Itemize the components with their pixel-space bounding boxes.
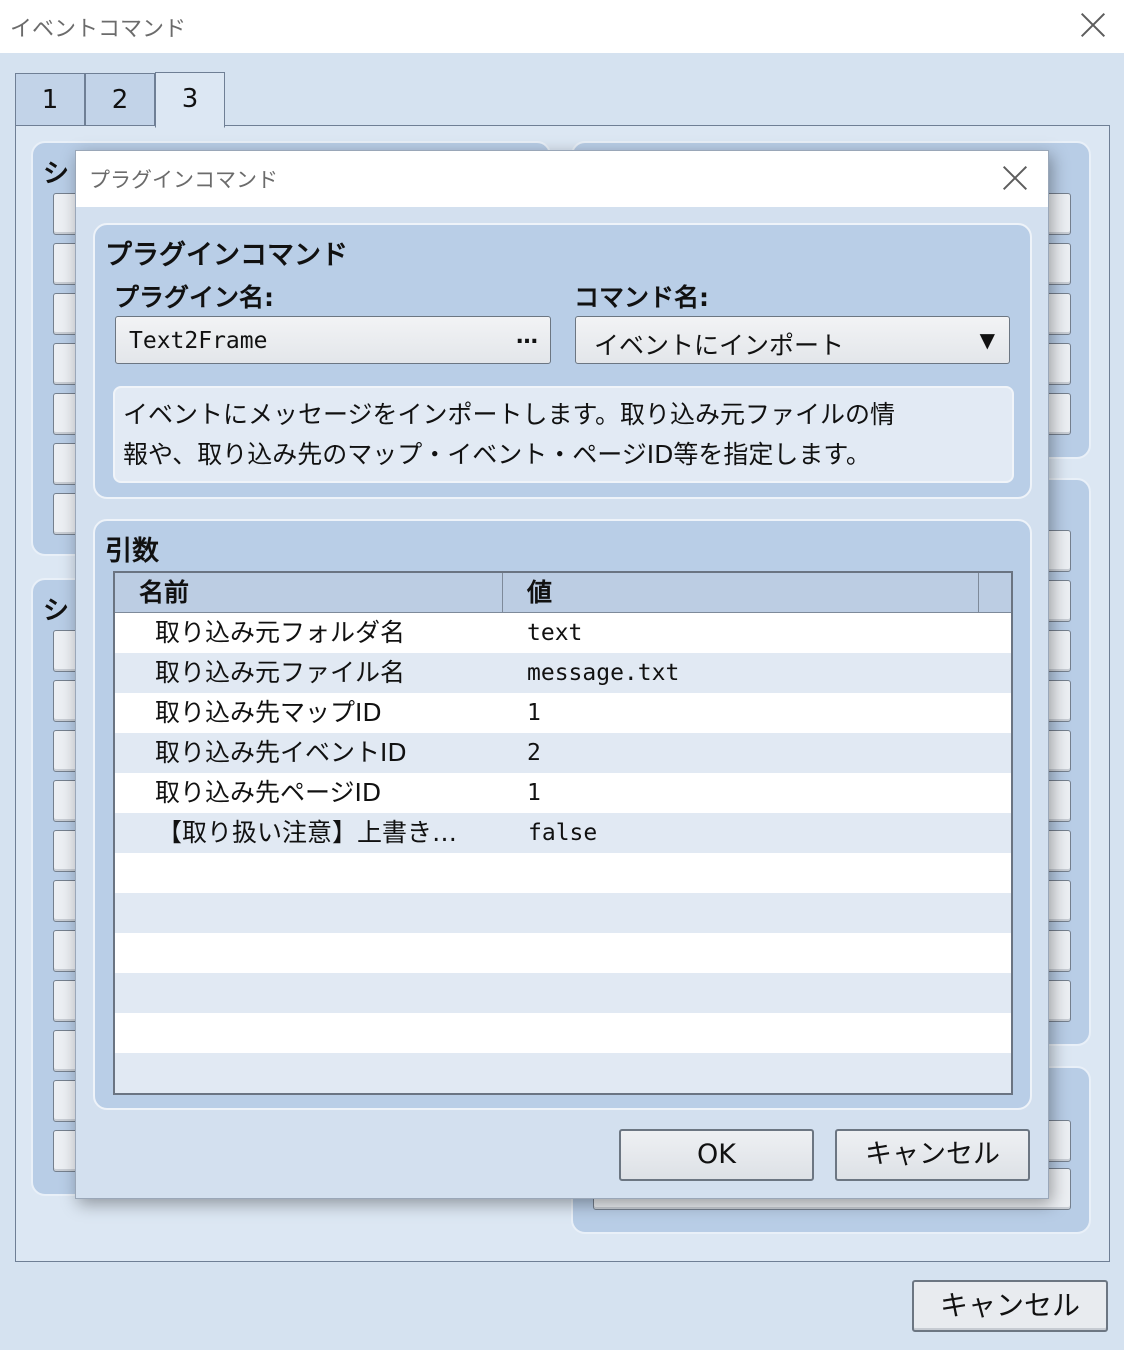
argument-name: 取り込み元フォルダ名 xyxy=(155,618,406,647)
table-row[interactable]: 取り込み先マップID 1 xyxy=(115,693,1011,733)
table-row[interactable]: 取り込み先ページID 1 xyxy=(115,773,1011,813)
table-row[interactable]: 取り込み先イベントID 2 xyxy=(115,733,1011,773)
plugin-command-dialog: プラグインコマンド プラグインコマンド プラグイン名: コマンド名: Text2… xyxy=(75,150,1049,1199)
argument-name: 取り込み先マップID xyxy=(155,698,382,727)
table-header: 名前 値 xyxy=(115,573,1011,613)
table-row[interactable] xyxy=(115,973,1011,1013)
arguments-group-title: 引数 xyxy=(105,536,159,567)
argument-name: 取り込み先ページID xyxy=(155,778,382,807)
table-row[interactable]: 取り込み元ファイル名 message.txt xyxy=(115,653,1011,693)
window-title: イベントコマンド xyxy=(10,17,187,42)
argument-name: 取り込み元ファイル名 xyxy=(155,658,406,687)
table-row[interactable] xyxy=(115,1013,1011,1053)
plugin-group-title: プラグインコマンド xyxy=(105,240,348,271)
command-name-value: イベントにインポート xyxy=(594,331,845,360)
argument-value: 1 xyxy=(527,700,541,726)
table-row[interactable] xyxy=(115,1053,1011,1093)
plugin-name-field[interactable]: Text2Frame … xyxy=(115,316,551,364)
argument-value: false xyxy=(528,820,598,846)
dialog-titlebar: プラグインコマンド xyxy=(76,151,1048,207)
window-cancel-button[interactable]: キャンセル xyxy=(912,1280,1108,1332)
window-close-icon[interactable] xyxy=(1079,11,1107,39)
arguments-table: 名前 値 取り込み元フォルダ名 text 取り込み元ファイル名 message.… xyxy=(113,571,1013,1095)
tab-1[interactable]: 1 xyxy=(15,73,85,126)
dialog-title: プラグインコマンド xyxy=(89,168,278,192)
left-group-top-title: シ xyxy=(43,159,70,189)
window-titlebar: イベントコマンド xyxy=(0,0,1124,53)
left-group-bottom-title: シ xyxy=(43,596,70,626)
table-row[interactable]: 取り込み元フォルダ名 text xyxy=(115,613,1011,653)
argument-value: message.txt xyxy=(527,660,680,686)
plugin-name-value: Text2Frame xyxy=(129,328,268,354)
column-header-value[interactable]: 値 xyxy=(527,573,552,612)
plugin-description: イベントにメッセージをインポートします。取り込み元ファイルの情 報や、取り込み先… xyxy=(113,386,1014,483)
chevron-down-icon: ▼ xyxy=(979,328,995,352)
ok-button[interactable]: OK xyxy=(619,1129,814,1181)
description-line-1: イベントにメッセージをインポートします。取り込み元ファイルの情 xyxy=(123,400,896,429)
cancel-button[interactable]: キャンセル xyxy=(835,1129,1030,1181)
column-header-name[interactable]: 名前 xyxy=(139,573,189,612)
tab-2[interactable]: 2 xyxy=(85,73,155,126)
table-row[interactable]: 【取り扱い注意】上書き… false xyxy=(115,813,1011,853)
command-name-label: コマンド名: xyxy=(574,283,709,312)
argument-name: 取り込み先イベントID xyxy=(155,738,407,767)
tab-3[interactable]: 3 xyxy=(155,72,225,128)
column-divider[interactable] xyxy=(502,573,503,612)
argument-name: 【取り扱い注意】上書き… xyxy=(157,818,458,847)
column-divider[interactable] xyxy=(978,573,979,612)
argument-value: text xyxy=(527,620,583,646)
argument-value: 2 xyxy=(527,740,541,766)
browse-ellipsis-icon: … xyxy=(516,324,538,349)
command-name-select[interactable]: イベントにインポート ▼ xyxy=(575,316,1010,364)
argument-value: 1 xyxy=(527,780,541,806)
table-row[interactable] xyxy=(115,893,1011,933)
description-line-2: 報や、取り込み先のマップ・イベント・ページID等を指定します。 xyxy=(123,440,871,469)
table-row[interactable] xyxy=(115,853,1011,893)
table-row[interactable] xyxy=(115,933,1011,973)
dialog-close-icon[interactable] xyxy=(1001,164,1029,192)
plugin-name-label: プラグイン名: xyxy=(114,283,274,312)
